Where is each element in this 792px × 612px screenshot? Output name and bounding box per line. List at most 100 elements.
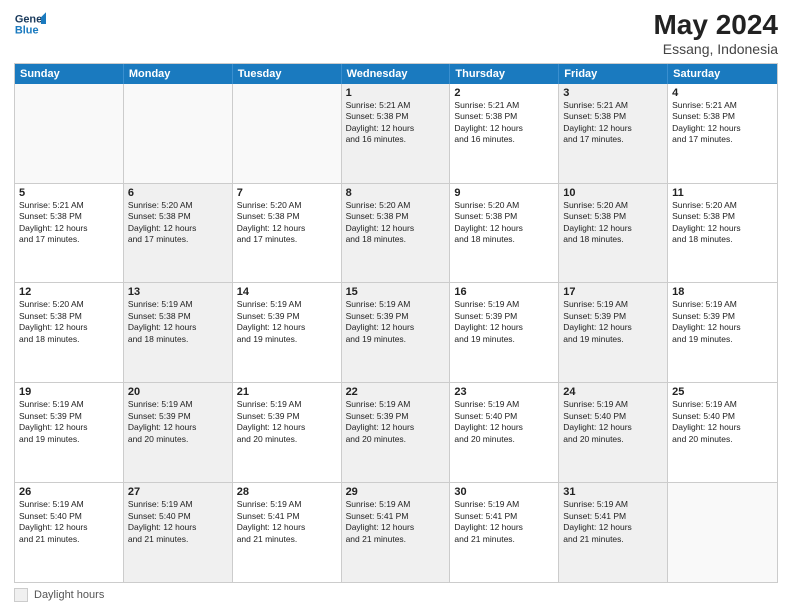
cell-info: Sunrise: 5:19 AM Sunset: 5:40 PM Dayligh… [454,399,554,445]
cal-cell-5: 5Sunrise: 5:21 AM Sunset: 5:38 PM Daylig… [15,184,124,283]
cell-info: Sunrise: 5:20 AM Sunset: 5:38 PM Dayligh… [346,200,446,246]
logo: General Blue [14,10,46,38]
cell-info: Sunrise: 5:19 AM Sunset: 5:39 PM Dayligh… [237,299,337,345]
cell-info: Sunrise: 5:19 AM Sunset: 5:39 PM Dayligh… [672,299,773,345]
cell-info: Sunrise: 5:19 AM Sunset: 5:40 PM Dayligh… [19,499,119,545]
cal-cell-7: 7Sunrise: 5:20 AM Sunset: 5:38 PM Daylig… [233,184,342,283]
cal-cell-30: 30Sunrise: 5:19 AM Sunset: 5:41 PM Dayli… [450,483,559,582]
cell-info: Sunrise: 5:19 AM Sunset: 5:38 PM Dayligh… [128,299,228,345]
cal-cell-10: 10Sunrise: 5:20 AM Sunset: 5:38 PM Dayli… [559,184,668,283]
day-number: 16 [454,286,554,298]
cell-info: Sunrise: 5:21 AM Sunset: 5:38 PM Dayligh… [19,200,119,246]
cal-cell-6: 6Sunrise: 5:20 AM Sunset: 5:38 PM Daylig… [124,184,233,283]
day-number: 2 [454,87,554,99]
day-number: 4 [672,87,773,99]
cal-cell-31: 31Sunrise: 5:19 AM Sunset: 5:41 PM Dayli… [559,483,668,582]
cell-info: Sunrise: 5:19 AM Sunset: 5:39 PM Dayligh… [128,399,228,445]
day-number: 3 [563,87,663,99]
cell-info: Sunrise: 5:20 AM Sunset: 5:38 PM Dayligh… [19,299,119,345]
cell-info: Sunrise: 5:19 AM Sunset: 5:40 PM Dayligh… [672,399,773,445]
cell-info: Sunrise: 5:19 AM Sunset: 5:40 PM Dayligh… [563,399,663,445]
cal-cell-27: 27Sunrise: 5:19 AM Sunset: 5:40 PM Dayli… [124,483,233,582]
calendar-row-0: 1 Sunrise: 5:21 AM Sunset: 5:38 PM Daylig… [15,84,777,183]
day-number: 28 [237,486,337,498]
day-number: 17 [563,286,663,298]
cell-info: Sunrise: 5:19 AM Sunset: 5:41 PM Dayligh… [454,499,554,545]
day-number: 31 [563,486,663,498]
cal-cell-15: 15Sunrise: 5:19 AM Sunset: 5:39 PM Dayli… [342,283,451,382]
day-number: 1 [346,87,446,99]
cal-cell-26: 26Sunrise: 5:19 AM Sunset: 5:40 PM Dayli… [15,483,124,582]
day-number: 6 [128,187,228,199]
cell-info: Sunrise: 5:21 AM Sunset: 5:38 PM Dayligh… [672,100,773,146]
day-number: 30 [454,486,554,498]
footer-legend-box [14,588,28,602]
footer-label: Daylight hours [34,589,104,601]
cal-cell-23: 23Sunrise: 5:19 AM Sunset: 5:40 PM Dayli… [450,383,559,482]
cal-cell-empty-2 [233,84,342,183]
cal-cell-29: 29Sunrise: 5:19 AM Sunset: 5:41 PM Dayli… [342,483,451,582]
calendar: SundayMondayTuesdayWednesdayThursdayFrid… [14,63,778,583]
day-number: 8 [346,187,446,199]
cal-cell-14: 14Sunrise: 5:19 AM Sunset: 5:39 PM Dayli… [233,283,342,382]
cal-cell-3: 3Sunrise: 5:21 AM Sunset: 5:38 PM Daylig… [559,84,668,183]
header-day-sunday: Sunday [15,64,124,84]
cal-cell-empty-1 [124,84,233,183]
day-number: 14 [237,286,337,298]
cal-cell-18: 18Sunrise: 5:19 AM Sunset: 5:39 PM Dayli… [668,283,777,382]
day-number: 9 [454,187,554,199]
day-number: 23 [454,386,554,398]
header-day-friday: Friday [559,64,668,84]
cal-cell-16: 16Sunrise: 5:19 AM Sunset: 5:39 PM Dayli… [450,283,559,382]
day-number: 27 [128,486,228,498]
cal-cell-4: 4Sunrise: 5:21 AM Sunset: 5:38 PM Daylig… [668,84,777,183]
cal-cell-2: 2Sunrise: 5:21 AM Sunset: 5:38 PM Daylig… [450,84,559,183]
day-number: 22 [346,386,446,398]
calendar-row-3: 19Sunrise: 5:19 AM Sunset: 5:39 PM Dayli… [15,382,777,482]
cell-info: Sunrise: 5:19 AM Sunset: 5:39 PM Dayligh… [19,399,119,445]
cell-info: Sunrise: 5:21 AM Sunset: 5:38 PM Dayligh… [454,100,554,146]
subtitle: Essang, Indonesia [653,41,778,57]
day-number: 20 [128,386,228,398]
cal-cell-25: 25Sunrise: 5:19 AM Sunset: 5:40 PM Dayli… [668,383,777,482]
cal-cell-8: 8Sunrise: 5:20 AM Sunset: 5:38 PM Daylig… [342,184,451,283]
logo-icon: General Blue [14,10,46,38]
svg-text:Blue: Blue [15,24,39,36]
day-number: 25 [672,386,773,398]
cal-cell-20: 20Sunrise: 5:19 AM Sunset: 5:39 PM Dayli… [124,383,233,482]
cell-info: Sunrise: 5:19 AM Sunset: 5:39 PM Dayligh… [454,299,554,345]
day-number: 10 [563,187,663,199]
cal-cell-12: 12Sunrise: 5:20 AM Sunset: 5:38 PM Dayli… [15,283,124,382]
cell-info: Sunrise: 5:20 AM Sunset: 5:38 PM Dayligh… [237,200,337,246]
cal-cell-9: 9Sunrise: 5:20 AM Sunset: 5:38 PM Daylig… [450,184,559,283]
calendar-header: SundayMondayTuesdayWednesdayThursdayFrid… [15,64,777,84]
calendar-row-4: 26Sunrise: 5:19 AM Sunset: 5:40 PM Dayli… [15,482,777,582]
day-number: 24 [563,386,663,398]
cell-info: Sunrise: 5:20 AM Sunset: 5:38 PM Dayligh… [563,200,663,246]
header-day-thursday: Thursday [450,64,559,84]
cell-info: Sunrise: 5:19 AM Sunset: 5:39 PM Dayligh… [346,399,446,445]
day-number: 7 [237,187,337,199]
cal-cell-21: 21Sunrise: 5:19 AM Sunset: 5:39 PM Dayli… [233,383,342,482]
cal-cell-28: 28Sunrise: 5:19 AM Sunset: 5:41 PM Dayli… [233,483,342,582]
cal-cell-1: 1Sunrise: 5:21 AM Sunset: 5:38 PM Daylig… [342,84,451,183]
day-number: 21 [237,386,337,398]
cell-info: Sunrise: 5:19 AM Sunset: 5:41 PM Dayligh… [563,499,663,545]
day-number: 19 [19,386,119,398]
day-number: 15 [346,286,446,298]
day-number: 11 [672,187,773,199]
month-title: May 2024 [653,10,778,41]
day-number: 26 [19,486,119,498]
cell-info: Sunrise: 5:19 AM Sunset: 5:39 PM Dayligh… [346,299,446,345]
cell-info: Sunrise: 5:20 AM Sunset: 5:38 PM Dayligh… [128,200,228,246]
cell-info: Sunrise: 5:21 AM Sunset: 5:38 PM Dayligh… [563,100,663,146]
header-day-monday: Monday [124,64,233,84]
cell-info: Sunrise: 5:19 AM Sunset: 5:39 PM Dayligh… [563,299,663,345]
cal-cell-empty-6 [668,483,777,582]
calendar-row-1: 5Sunrise: 5:21 AM Sunset: 5:38 PM Daylig… [15,183,777,283]
header-day-saturday: Saturday [668,64,777,84]
header: General Blue May 2024 Essang, Indonesia [14,10,778,57]
cell-info: Sunrise: 5:19 AM Sunset: 5:40 PM Dayligh… [128,499,228,545]
header-day-tuesday: Tuesday [233,64,342,84]
cal-cell-17: 17Sunrise: 5:19 AM Sunset: 5:39 PM Dayli… [559,283,668,382]
